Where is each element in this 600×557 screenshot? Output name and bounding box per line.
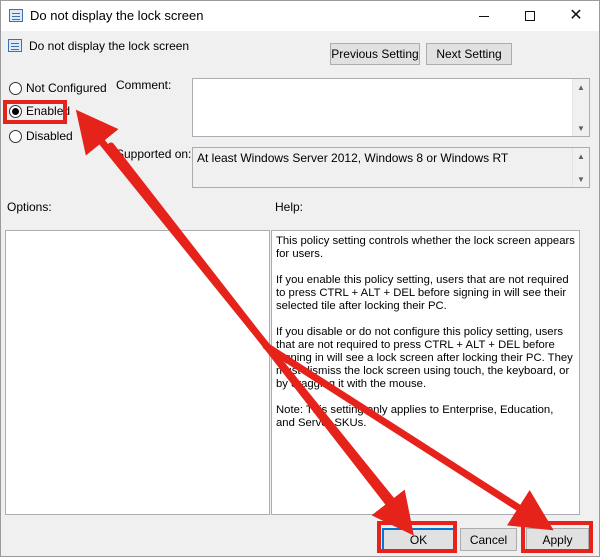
help-paragraph: Note: This setting only applies to Enter… — [276, 404, 554, 429]
close-icon: ✕ — [569, 7, 583, 24]
cancel-button[interactable]: Cancel — [460, 528, 517, 551]
radio-disabled-control[interactable] — [9, 129, 22, 143]
comment-field[interactable]: ▲ ▼ — [192, 78, 590, 137]
maximize-button[interactable] — [507, 1, 553, 31]
policy-icon — [8, 39, 22, 52]
help-scrollbar[interactable] — [580, 230, 597, 515]
comment-label: Comment: — [116, 78, 172, 92]
enabled-annotation-box — [3, 100, 67, 124]
window-title: Do not display the lock screen — [30, 8, 204, 23]
radio-not-configured-control[interactable] — [9, 81, 22, 95]
title-bar[interactable]: Do not display the lock screen ✕ — [1, 1, 599, 31]
previous-setting-button[interactable]: Previous Setting — [330, 43, 420, 65]
help-paragraph: If you disable or do not configure this … — [276, 326, 573, 390]
ok-annotation-box — [377, 521, 457, 553]
radio-disabled[interactable]: Disabled — [9, 129, 73, 143]
radio-disabled-label: Disabled — [26, 129, 73, 143]
scroll-down-icon[interactable]: ▼ — [573, 120, 589, 136]
help-paragraph: This policy setting controls whether the… — [276, 235, 575, 260]
apply-annotation-box — [521, 521, 593, 553]
supported-on-label: Supported on: — [116, 147, 192, 161]
policy-title: Do not display the lock screen — [29, 39, 190, 53]
options-label: Options: — [7, 200, 52, 214]
radio-not-configured[interactable]: Not Configured — [9, 81, 107, 95]
minimize-icon — [479, 15, 489, 17]
scroll-up-icon[interactable]: ▲ — [573, 148, 589, 164]
help-panel: This policy setting controls whether the… — [271, 230, 580, 515]
comment-scrollbar[interactable]: ▲ ▼ — [572, 79, 589, 136]
minimize-button[interactable] — [461, 1, 507, 31]
help-paragraph: If you enable this policy setting, users… — [276, 274, 569, 312]
policy-dialog: Do not display the lock screen ✕ Do not … — [0, 0, 600, 557]
policy-icon — [9, 9, 23, 22]
radio-not-configured-label: Not Configured — [26, 81, 107, 95]
supported-scrollbar[interactable]: ▲ ▼ — [572, 148, 589, 187]
close-button[interactable]: ✕ — [553, 1, 599, 31]
maximize-icon — [525, 11, 535, 21]
supported-on-value: At least Windows Server 2012, Windows 8 … — [197, 151, 509, 165]
scroll-down-icon[interactable]: ▼ — [573, 171, 589, 187]
help-label: Help: — [275, 200, 304, 214]
scroll-up-icon[interactable]: ▲ — [573, 79, 589, 95]
supported-on-field: At least Windows Server 2012, Windows 8 … — [192, 147, 590, 188]
options-panel — [5, 230, 270, 515]
next-setting-button[interactable]: Next Setting — [426, 43, 512, 65]
